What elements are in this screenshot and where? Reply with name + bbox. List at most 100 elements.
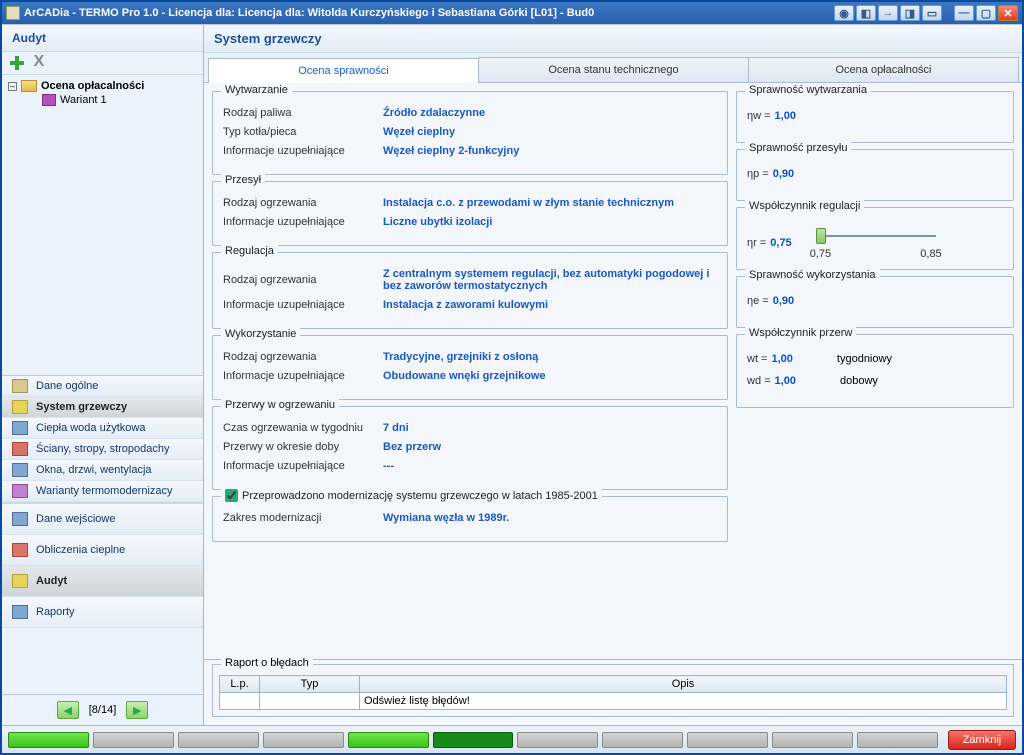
nav-icon [12,463,28,477]
sidebar: Audyt X – Ocena opłacalności Wariant 1 D… [2,25,204,725]
window-title: ArCADia - TERMO Pro 1.0 - Licencja dla: … [24,7,594,19]
status-seg-1[interactable] [8,732,89,748]
tree-root[interactable]: – Ocena opłacalności [8,79,197,93]
tree: – Ocena opłacalności Wariant 1 [2,75,203,375]
sidebar-header: Audyt [2,25,203,52]
regulacja-slider[interactable]: 0,750,85 [816,226,936,246]
wykorzystanie-info-value[interactable]: Obudowane wnęki grzejnikowe [383,370,717,382]
nav-dane-ogolne[interactable]: Dane ogólne [2,376,203,397]
aux-button-4[interactable]: ◨ [900,5,920,21]
group-wspolczynnik-przerw: Współczynnik przerw wt =1,00tygodniowy w… [736,334,1014,408]
nav-obliczenia[interactable]: Obliczenia cieplne [2,535,203,566]
nav-dane-wejsciowe[interactable]: Dane wejściowe [2,504,203,535]
next-button[interactable]: ▶ [126,701,148,719]
nav-warianty[interactable]: Warianty termomodernizacy [2,481,203,502]
eta-w-value: 1,00 [775,110,796,122]
tab-ocena-oplacalnosci[interactable]: Ocena opłacalności [748,57,1019,82]
wykorzystanie-rodzaj-value[interactable]: Tradycyjne, grzejniki z osłoną [383,351,717,363]
wd-value: 1,00 [775,375,796,387]
delete-icon[interactable]: X [30,54,48,72]
tabbar: Ocena sprawności Ocena stanu techniczneg… [204,53,1022,83]
przerwy-doby-value[interactable]: Bez przerw [383,441,717,453]
status-seg-5[interactable] [348,732,429,748]
table-row[interactable]: Odśwież listę błędów! [220,693,1007,710]
typ-kotla-value[interactable]: Węzeł cieplny [383,126,717,138]
status-seg-11[interactable] [857,732,938,748]
status-seg-7[interactable] [517,732,598,748]
statusbar: Zamknij [2,725,1022,753]
eta-p-value: 0,90 [773,168,794,180]
status-seg-4[interactable] [263,732,344,748]
aux-button-5[interactable]: ▭ [922,5,942,21]
nav-sciany-stropy[interactable]: Ściany, stropy, stropodachy [2,439,203,460]
group-sprawnosc-wykorzystania: Sprawność wykorzystania ηe =0,90 [736,276,1014,328]
legend: Wykorzystanie [221,328,300,340]
group-modernizacja: Przeprowadzono modernizację systemu grze… [212,496,728,542]
col-lp[interactable]: L.p. [220,676,260,693]
col-typ[interactable]: Typ [260,676,360,693]
status-seg-6[interactable] [433,732,514,748]
prev-button[interactable]: ◀ [57,701,79,719]
eta-e-value: 0,90 [773,295,794,307]
przesyl-rodzaj-value[interactable]: Instalacja c.o. z przewodami w złym stan… [383,197,717,209]
legend: Przerwy w ogrzewaniu [221,399,339,411]
legend: Regulacja [221,245,278,257]
nav-audyt[interactable]: Audyt [2,566,203,597]
error-table: L.p. Typ Opis Odśwież listę błędów! [219,675,1007,710]
nav-icon [12,484,28,498]
maximize-button[interactable]: ▢ [976,5,996,21]
audit-icon [12,574,28,588]
regulacja-info-value[interactable]: Instalacja z zaworami kulowymi [383,299,717,311]
wt-value: 1,00 [771,353,792,365]
nav-icon [12,442,28,456]
group-raport-bledow: Raport o błędach L.p. Typ Opis Odśwież l… [212,664,1014,717]
nav-steps: Dane ogólne System grzewczy Ciepła woda … [2,375,203,502]
legend: Wytwarzanie [221,84,292,96]
aux-button-2[interactable]: ◧ [856,5,876,21]
status-seg-9[interactable] [687,732,768,748]
group-wytwarzanie: Wytwarzanie Rodzaj paliwaŹródło zdalaczy… [212,91,728,175]
minimize-button[interactable]: — [954,5,974,21]
col-opis[interactable]: Opis [360,676,1007,693]
nav-raporty[interactable]: Raporty [2,597,203,628]
nav-icon [12,400,28,414]
przesyl-info-value[interactable]: Liczne ubytki izolacji [383,216,717,228]
pencil-icon [12,512,28,526]
przerwy-info-value[interactable]: --- [383,460,717,472]
report-icon [12,605,28,619]
wytwarzanie-info-value[interactable]: Węzeł cieplny 2-funkcyjny [383,145,717,157]
status-seg-10[interactable] [772,732,853,748]
group-przerwy: Przerwy w ogrzewaniu Czas ogrzewania w t… [212,406,728,490]
folder-icon [21,80,37,92]
refresh-cell[interactable]: Odśwież listę błędów! [360,693,1007,710]
status-seg-8[interactable] [602,732,683,748]
status-seg-3[interactable] [178,732,259,748]
regulacja-rodzaj-value[interactable]: Z centralnym systemem regulacji, bez aut… [383,268,717,292]
modern-zakres-value[interactable]: Wymiana węzła w 1989r. [383,512,717,524]
nav-system-grzewczy[interactable]: System grzewczy [2,397,203,418]
pager-label: [8/14] [89,704,117,716]
rodzaj-paliwa-value[interactable]: Źródło zdalaczynne [383,107,717,119]
aux-button-1[interactable]: ◉ [834,5,854,21]
nav-okna-drzwi[interactable]: Okna, drzwi, wentylacja [2,460,203,481]
tree-collapse-icon[interactable]: – [8,82,17,91]
eta-r-value: 0,75 [770,237,791,249]
group-sprawnosc-wytwarzania: Sprawność wytwarzania ηw =1,00 [736,91,1014,143]
legend: Przesył [221,174,265,186]
app-icon [6,6,20,20]
page-title: System grzewczy [204,25,1022,53]
status-seg-2[interactable] [93,732,174,748]
tree-child[interactable]: Wariant 1 [8,93,197,107]
window-close-button[interactable] [998,5,1018,21]
modernizacja-checkbox[interactable] [225,489,238,502]
close-button[interactable]: Zamknij [948,730,1016,750]
tab-ocena-stanu[interactable]: Ocena stanu technicznego [478,57,749,82]
legend-modernizacja: Przeprowadzono modernizację systemu grze… [221,489,602,502]
nav-ciepla-woda[interactable]: Ciepła woda użytkowa [2,418,203,439]
add-icon[interactable] [8,54,26,72]
calc-icon [12,543,28,557]
przerwy-czas-value[interactable]: 7 dni [383,422,717,434]
aux-button-3[interactable]: → [878,5,898,21]
tab-ocena-sprawnosci[interactable]: Ocena sprawności [208,58,479,83]
nav-icon [12,379,28,393]
